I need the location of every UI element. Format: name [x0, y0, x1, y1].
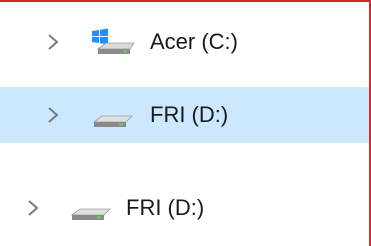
drive-icon: [68, 198, 114, 226]
drive-icon: [90, 105, 136, 133]
chevron-right-icon[interactable]: [44, 33, 62, 51]
tree-item-acer-c[interactable]: Acer (C:): [0, 14, 369, 70]
windows-drive-icon: [90, 28, 136, 56]
tree-item-label: Acer (C:): [150, 29, 238, 54]
chevron-right-icon[interactable]: [24, 199, 42, 217]
tree-item-fri-d[interactable]: FRI (D:): [0, 180, 369, 236]
chevron-right-icon[interactable]: [44, 106, 62, 124]
tree-item-fri-d-selected[interactable]: FRI (D:): [0, 87, 369, 143]
tree-item-label: FRI (D:): [150, 102, 229, 127]
tree-item-label: FRI (D:): [126, 195, 205, 220]
